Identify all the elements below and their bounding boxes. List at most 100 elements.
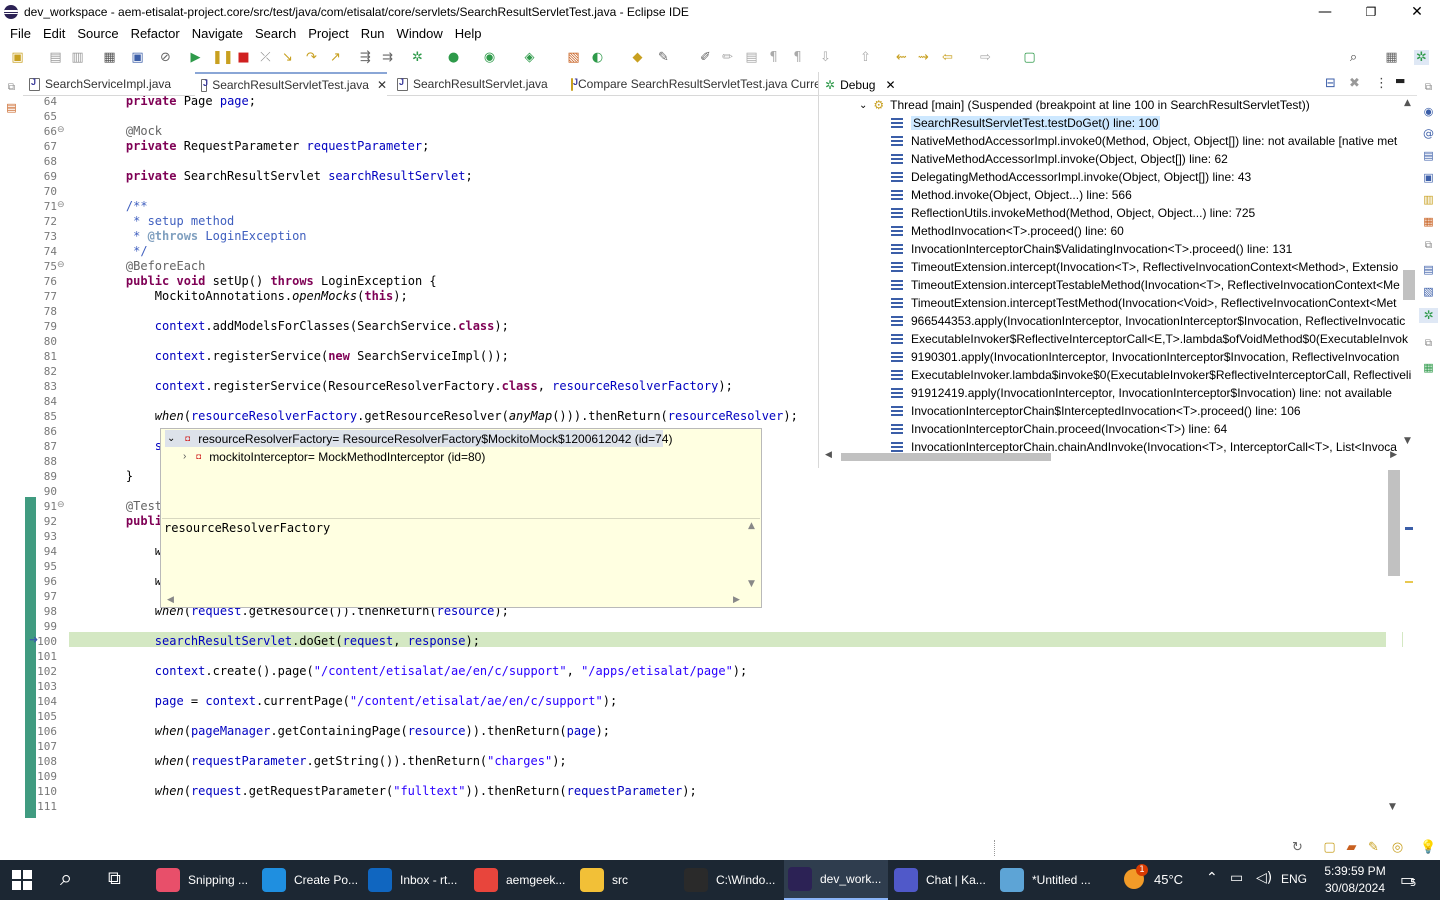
stack-frame[interactable]: TimeoutExtension.interceptTestableMethod… (891, 276, 1400, 294)
remove-terminated-icon[interactable]: ✖ (1349, 76, 1360, 91)
scroll-left-icon[interactable]: ◀ (825, 450, 832, 460)
thread-node[interactable]: ⌄ ⚙ Thread [main] (Suspended (breakpoint… (859, 96, 1310, 114)
coverage-view-icon[interactable]: ▦ (1421, 360, 1436, 375)
new-java-project-icon[interactable]: ▧ (566, 50, 581, 65)
use-step-filters-icon[interactable]: ⇉ (380, 50, 395, 65)
menu-run[interactable]: Run (355, 26, 391, 41)
stack-frame[interactable]: TimeoutExtension.intercept(Invocation<T>… (891, 258, 1398, 276)
stack-frame[interactable]: Method.invoke(Object, Object...) line: 5… (891, 186, 1132, 204)
popup-detail-pane[interactable]: resourceResolverFactory ▲ ▼ (162, 518, 760, 594)
trim-icon[interactable]: ◎ (1390, 840, 1405, 855)
taskbar-app[interactable]: Inbox - rt... (364, 860, 468, 900)
menu-refactor[interactable]: Refactor (125, 26, 186, 41)
fold-toggle-icon[interactable]: ⊖ (57, 500, 65, 510)
forward-icon[interactable]: ⇨ (978, 50, 993, 65)
expressions-icon[interactable]: ▤ (1421, 148, 1436, 163)
forward-edit-icon[interactable]: ⇝ (916, 50, 931, 65)
run-icon[interactable]: ● (446, 50, 461, 65)
close-tab-icon[interactable]: ✕ (885, 78, 895, 92)
expand-chevron-icon[interactable]: ⌄ (859, 100, 867, 111)
stack-frame[interactable]: ExecutableInvoker.lambda$invoke$0(Execut… (891, 366, 1411, 384)
taskbar-app[interactable]: Create Po... (258, 860, 362, 900)
back-icon[interactable]: ⇦ (940, 50, 955, 65)
tab-search-result-servlet-test[interactable]: SearchResultServletTest.java ✕ (195, 72, 387, 96)
minimize-view-icon[interactable]: ▬ (1395, 74, 1405, 87)
menu-search[interactable]: Search (249, 26, 302, 41)
paragraph-icon[interactable]: ¶ (790, 50, 805, 65)
annotation-icon[interactable]: ✐ (698, 50, 713, 65)
menu-file[interactable]: File (4, 26, 37, 41)
collapse-all-icon[interactable]: ⊟ (1325, 76, 1336, 91)
popup-root-node[interactable]: ⌄ ◘ resourceResolverFactory= ResourceRes… (167, 430, 672, 447)
editor-vscrollbar[interactable]: ▼ (1386, 470, 1402, 818)
scroll-down-icon[interactable]: ▼ (1404, 436, 1411, 446)
taskbar-app[interactable]: src (576, 860, 676, 900)
console-view-icon[interactable]: ▥ (1421, 192, 1436, 207)
fold-toggle-icon[interactable]: ⊖ (57, 260, 65, 270)
close-tab-icon[interactable]: ✕ (377, 78, 387, 92)
suspend-icon[interactable]: ❚❚ (212, 50, 234, 65)
variables-icon[interactable]: ◉ (1421, 104, 1436, 119)
print-icon[interactable]: ▦ (102, 50, 117, 65)
clock-time[interactable]: 5:39:59 PM (1320, 864, 1390, 878)
debug-scroll-thumb[interactable] (1403, 270, 1415, 300)
disconnect-icon[interactable]: ⤫ (258, 50, 273, 65)
next-annotation-icon[interactable]: ⇩ (818, 50, 833, 65)
variable-hover-popup[interactable]: ⌄ ◘ resourceResolverFactory= ResourceRes… (160, 428, 762, 608)
menu-window[interactable]: Window (391, 26, 449, 41)
taskbar-app[interactable]: aemgeek... (470, 860, 574, 900)
debug-perspective-icon[interactable]: ✲ (1414, 50, 1429, 65)
language-indicator[interactable]: ENG (1281, 872, 1307, 886)
stack-frame[interactable]: InvocationInterceptorChain$InterceptedIn… (891, 402, 1301, 420)
minimize-button[interactable]: — (1302, 0, 1348, 23)
resume-icon[interactable]: ▶ (188, 50, 203, 65)
search-icon[interactable]: ⌕ (60, 866, 72, 891)
taskbar-app[interactable]: Chat | Ka... (890, 860, 994, 900)
scroll-down-icon[interactable]: ▼ (1389, 802, 1396, 812)
stack-frame[interactable]: SearchResultServletTest.testDoGet() line… (891, 114, 1161, 132)
java-perspective-icon[interactable]: ▦ (1384, 50, 1399, 65)
last-edit-icon[interactable]: ⇜ (894, 50, 909, 65)
taskbar-app[interactable]: *Untitled ... (996, 860, 1106, 900)
stack-frame[interactable]: DelegatingMethodAccessorImpl.invoke(Obje… (891, 168, 1251, 186)
step-return-icon[interactable]: ↗ (328, 50, 343, 65)
restore-icon[interactable]: ⧉ (4, 80, 19, 95)
taskbar-app[interactable]: Snipping ... (152, 860, 256, 900)
new-icon[interactable]: ▣ (10, 50, 25, 65)
debug-hscroll-thumb[interactable] (841, 453, 1051, 461)
windows-start-icon[interactable] (12, 870, 32, 890)
scroll-left-icon[interactable]: ◀ (167, 595, 174, 605)
clock-date[interactable]: 30/08/2024 (1318, 881, 1392, 895)
stack-frame[interactable]: 91912419.apply(InvocationInterceptor, In… (891, 384, 1392, 402)
step-over-icon[interactable]: ↷ (304, 50, 319, 65)
open-type-icon[interactable]: ◆ (630, 50, 645, 65)
debug-view-trim-icon[interactable]: ✲ (1419, 308, 1438, 323)
debug-hscrollbar[interactable]: ◀ ▶ (825, 450, 1401, 464)
search-icon[interactable]: ⌕ (1346, 50, 1361, 65)
restore-icon[interactable]: ⧉ (1421, 80, 1436, 95)
trim-icon[interactable]: ▢ (1322, 840, 1337, 855)
menu-help[interactable]: Help (449, 26, 488, 41)
tab-debug[interactable]: ✲ Debug ✕ (825, 74, 896, 96)
weather-temp[interactable]: 45°C (1154, 872, 1183, 887)
scroll-up-icon[interactable]: ▲ (1404, 98, 1411, 108)
trim-icon[interactable]: ✎ (1366, 840, 1381, 855)
save-all-icon[interactable]: ▥ (70, 50, 85, 65)
tab-search-service-impl[interactable]: SearchServiceImpl.java (23, 72, 195, 96)
task-view-icon[interactable]: ⧉ (108, 868, 121, 889)
outline-icon[interactable]: ▣ (1421, 170, 1436, 185)
stack-frame[interactable]: 9190301.apply(InvocationInterceptor, Inv… (891, 348, 1399, 366)
package-explorer-icon[interactable]: ▤ (4, 100, 19, 115)
tab-compare[interactable]: Compare SearchResultServletTest.java Cur… (565, 72, 819, 96)
stack-frame[interactable]: InvocationInterceptorChain.proceed(Invoc… (891, 420, 1227, 438)
stack-frame[interactable]: NativeMethodAccessorImpl.invoke(Object, … (891, 150, 1228, 168)
stack-frame[interactable]: NativeMethodAccessorImpl.invoke0(Method,… (891, 132, 1397, 150)
open-perspective-icon[interactable]: ▢ (1022, 50, 1037, 65)
scroll-down-icon[interactable]: ▼ (748, 579, 755, 589)
javadoc-icon[interactable]: ▧ (1421, 284, 1436, 299)
menu-edit[interactable]: Edit (37, 26, 71, 41)
scroll-up-icon[interactable]: ▲ (748, 521, 755, 531)
popup-child-node[interactable]: › ◘ mockitoInterceptor= MockMethodInterc… (183, 448, 485, 465)
collapse-chevron-icon[interactable]: › (183, 451, 186, 462)
tip-icon[interactable]: 💡 (1420, 840, 1436, 855)
